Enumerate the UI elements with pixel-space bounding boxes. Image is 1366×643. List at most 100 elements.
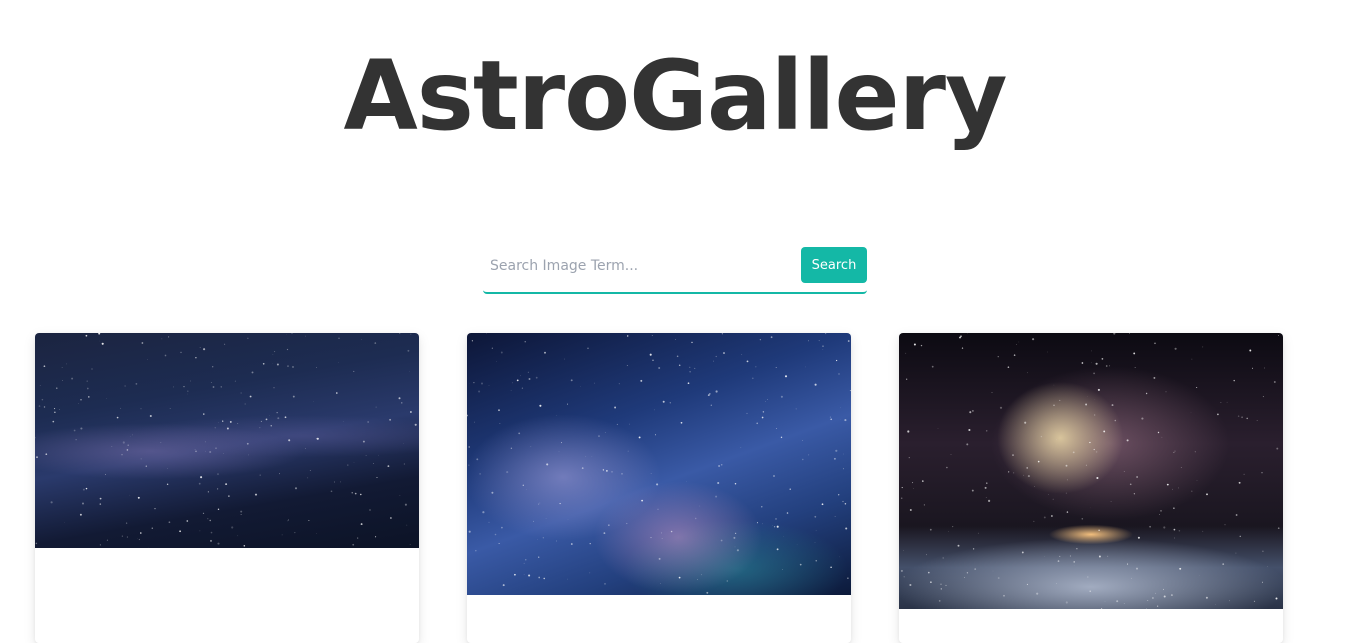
- star-dot: [1098, 555, 1101, 558]
- star-dot: [1066, 511, 1069, 513]
- gallery-image[interactable]: [35, 333, 419, 548]
- star-dot: [244, 403, 246, 405]
- image-card[interactable]: [899, 333, 1283, 643]
- star-dot: [39, 385, 41, 387]
- star-dot: [145, 465, 147, 467]
- star-dot: [1238, 481, 1241, 484]
- star-dot: [56, 387, 58, 389]
- page-title: AstroGallery: [343, 40, 1007, 152]
- star-dot: [1202, 346, 1204, 348]
- star-dot: [835, 359, 838, 362]
- star-dot: [1065, 464, 1068, 467]
- image-card[interactable]: [35, 333, 419, 643]
- star-dot: [1264, 367, 1266, 369]
- star-dot: [340, 481, 341, 483]
- star-dot: [305, 448, 306, 449]
- search-input[interactable]: [483, 248, 797, 284]
- star-dot: [675, 339, 676, 340]
- star-dot: [926, 554, 927, 556]
- star-dot: [478, 390, 481, 393]
- star-dot: [767, 399, 768, 400]
- gallery-image[interactable]: [899, 333, 1283, 609]
- star-dot: [210, 531, 213, 534]
- image-card[interactable]: [467, 333, 851, 643]
- star-dot: [1217, 413, 1219, 416]
- star-dot: [475, 550, 477, 552]
- star-dot: [217, 542, 220, 545]
- star-dot: [209, 450, 212, 454]
- star-dot: [1131, 577, 1132, 579]
- star-dot: [1157, 431, 1160, 434]
- star-dot: [66, 363, 67, 365]
- star-dot: [670, 530, 673, 533]
- star-dot: [168, 336, 170, 338]
- star-dot: [991, 392, 993, 394]
- star-dot: [73, 429, 76, 432]
- star-dot: [195, 450, 197, 453]
- star-dot: [1059, 555, 1061, 557]
- star-dot: [1196, 479, 1198, 481]
- star-dot: [765, 401, 766, 402]
- star-dot: [651, 335, 653, 336]
- star-dot: [468, 446, 470, 448]
- star-dot: [720, 464, 723, 466]
- page: AstroGallery Search: [0, 0, 1366, 643]
- star-dot: [567, 403, 568, 405]
- star-dot: [1003, 594, 1005, 597]
- star-dot: [61, 380, 63, 382]
- star-dot: [249, 395, 252, 398]
- star-dot: [971, 489, 974, 492]
- star-dot: [1089, 590, 1091, 592]
- star-dot: [1033, 520, 1035, 522]
- star-dot: [1013, 354, 1016, 356]
- star-dot: [1103, 430, 1106, 433]
- star-dot: [476, 458, 479, 461]
- star-dot: [913, 343, 916, 346]
- star-dot: [126, 449, 129, 451]
- star-dot: [243, 545, 246, 547]
- star-dot: [338, 337, 340, 339]
- star-dot: [500, 351, 503, 354]
- star-dot: [845, 527, 848, 530]
- star-dot: [342, 421, 344, 422]
- star-dot: [367, 421, 369, 423]
- star-dot: [199, 530, 201, 532]
- star-dot: [1154, 342, 1156, 345]
- star-dot: [71, 377, 74, 380]
- star-dot: [168, 521, 171, 524]
- star-dot: [1136, 567, 1138, 570]
- star-dot: [1114, 419, 1117, 422]
- star-dot: [1113, 333, 1116, 335]
- star-dot: [1222, 563, 1225, 565]
- star-dot: [141, 342, 144, 344]
- star-dot: [272, 354, 274, 355]
- star-dot: [912, 482, 914, 484]
- star-dot: [1016, 344, 1017, 345]
- star-dot: [1262, 581, 1263, 583]
- star-dot: [41, 398, 44, 401]
- star-dot: [1007, 366, 1010, 368]
- star-dot: [775, 428, 777, 429]
- star-dot: [127, 444, 129, 446]
- star-dot: [414, 423, 417, 426]
- star-dot: [1173, 528, 1176, 531]
- star-dot: [946, 466, 948, 469]
- star-dot: [82, 488, 85, 491]
- gallery-image[interactable]: [467, 333, 851, 595]
- star-dot: [773, 475, 775, 477]
- star-dot: [88, 396, 90, 398]
- star-dot: [406, 524, 408, 526]
- star-dot: [309, 469, 311, 471]
- star-dot: [1073, 561, 1075, 563]
- star-dot: [360, 493, 362, 496]
- star-dot: [45, 453, 48, 456]
- star-dot: [1095, 362, 1098, 365]
- star-dot: [494, 533, 497, 536]
- star-dot: [512, 382, 513, 384]
- star-dot: [1251, 367, 1254, 369]
- search-button[interactable]: Search: [801, 247, 867, 283]
- star-dot: [1243, 473, 1245, 476]
- star-dot: [1129, 333, 1130, 334]
- star-dot: [907, 430, 910, 433]
- star-dot: [734, 482, 737, 485]
